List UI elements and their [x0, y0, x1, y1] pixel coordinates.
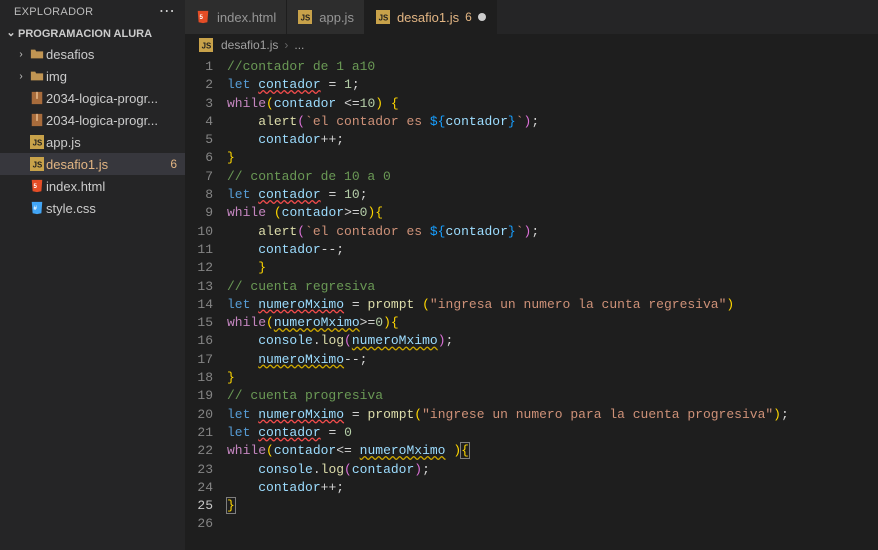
file-name: img	[46, 69, 185, 84]
breadcrumb-more: ...	[294, 38, 304, 52]
file-tree-item[interactable]: JSapp.js	[0, 131, 185, 153]
editor-tab[interactable]: JS app.js	[287, 0, 365, 34]
folder-icon	[28, 47, 46, 61]
editor-tab[interactable]: JS desafio1.js 6	[365, 0, 497, 34]
tab-label: index.html	[217, 10, 276, 25]
file-tree-item[interactable]: 2034-logica-progr...	[0, 109, 185, 131]
js-icon: JS	[197, 38, 215, 52]
html-icon: 5	[195, 10, 211, 24]
file-name: desafio1.js	[46, 157, 170, 172]
folder-icon	[28, 69, 46, 83]
svg-text:JS: JS	[202, 42, 212, 51]
chevron-right-icon: ›	[14, 49, 28, 60]
tab-bar: 5 index.html JS app.js JS desafio1.js 6	[185, 0, 878, 34]
file-tree-item[interactable]: › desafios	[0, 43, 185, 65]
js-icon: JS	[28, 157, 46, 171]
svg-text:#: #	[34, 205, 38, 212]
svg-text:JS: JS	[33, 161, 43, 170]
tab-label: app.js	[319, 10, 354, 25]
svg-text:JS: JS	[301, 14, 311, 23]
breadcrumb-separator-icon: ›	[284, 38, 288, 52]
breadcrumb[interactable]: JS desafio1.js › ...	[185, 34, 878, 56]
chevron-right-icon: ›	[14, 71, 28, 82]
file-name: style.css	[46, 201, 185, 216]
tab-problem-count: 6	[465, 10, 472, 24]
section-title: PROGRAMACION ALURA	[18, 28, 152, 40]
file-tree: › desafios › img 2034-logica-progr... 2034-lo…	[0, 43, 185, 219]
explorer-title: EXPLORADOR	[14, 6, 159, 18]
file-name: app.js	[46, 135, 185, 150]
tab-label: desafio1.js	[397, 10, 459, 25]
chevron-down-icon: ⌄	[4, 26, 18, 39]
editor-area: 5 index.html JS app.js JS desafio1.js 6 JS des…	[185, 0, 878, 550]
svg-text:5: 5	[200, 14, 204, 21]
svg-text:5: 5	[34, 183, 38, 190]
file-name: index.html	[46, 179, 185, 194]
file-tree-item[interactable]: JSdesafio1.js6	[0, 153, 185, 175]
dirty-indicator-icon	[478, 13, 486, 21]
js-icon: JS	[28, 135, 46, 149]
editor-tab[interactable]: 5 index.html	[185, 0, 287, 34]
file-tree-item[interactable]: # style.css	[0, 197, 185, 219]
js-icon: JS	[375, 10, 391, 24]
file-tree-item[interactable]: 5 index.html	[0, 175, 185, 197]
code-editor[interactable]: 1234567891011121314151617181920212223242…	[185, 56, 878, 550]
file-tree-item[interactable]: 2034-logica-progr...	[0, 87, 185, 109]
more-icon[interactable]: ⋯	[159, 7, 175, 17]
folder-section-header[interactable]: ⌄ PROGRAMACION ALURA	[0, 24, 185, 43]
zip-icon	[28, 91, 46, 105]
explorer-header: EXPLORADOR ⋯	[0, 0, 185, 24]
html-icon: 5	[28, 179, 46, 193]
problem-badge: 6	[170, 157, 177, 171]
breadcrumb-file: desafio1.js	[221, 38, 278, 52]
explorer-sidebar: EXPLORADOR ⋯ ⌄ PROGRAMACION ALURA › desaf…	[0, 0, 185, 550]
zip-icon	[28, 113, 46, 127]
file-tree-item[interactable]: › img	[0, 65, 185, 87]
file-name: 2034-logica-progr...	[46, 91, 185, 106]
svg-text:JS: JS	[379, 14, 389, 23]
line-gutter: 1234567891011121314151617181920212223242…	[185, 56, 227, 550]
js-icon: JS	[297, 10, 313, 24]
file-name: desafios	[46, 47, 185, 62]
css-icon: #	[28, 201, 46, 215]
code-lines[interactable]: //contador de 1 a10let contador = 1;whil…	[227, 56, 789, 550]
file-name: 2034-logica-progr...	[46, 113, 185, 128]
svg-text:JS: JS	[33, 139, 43, 148]
